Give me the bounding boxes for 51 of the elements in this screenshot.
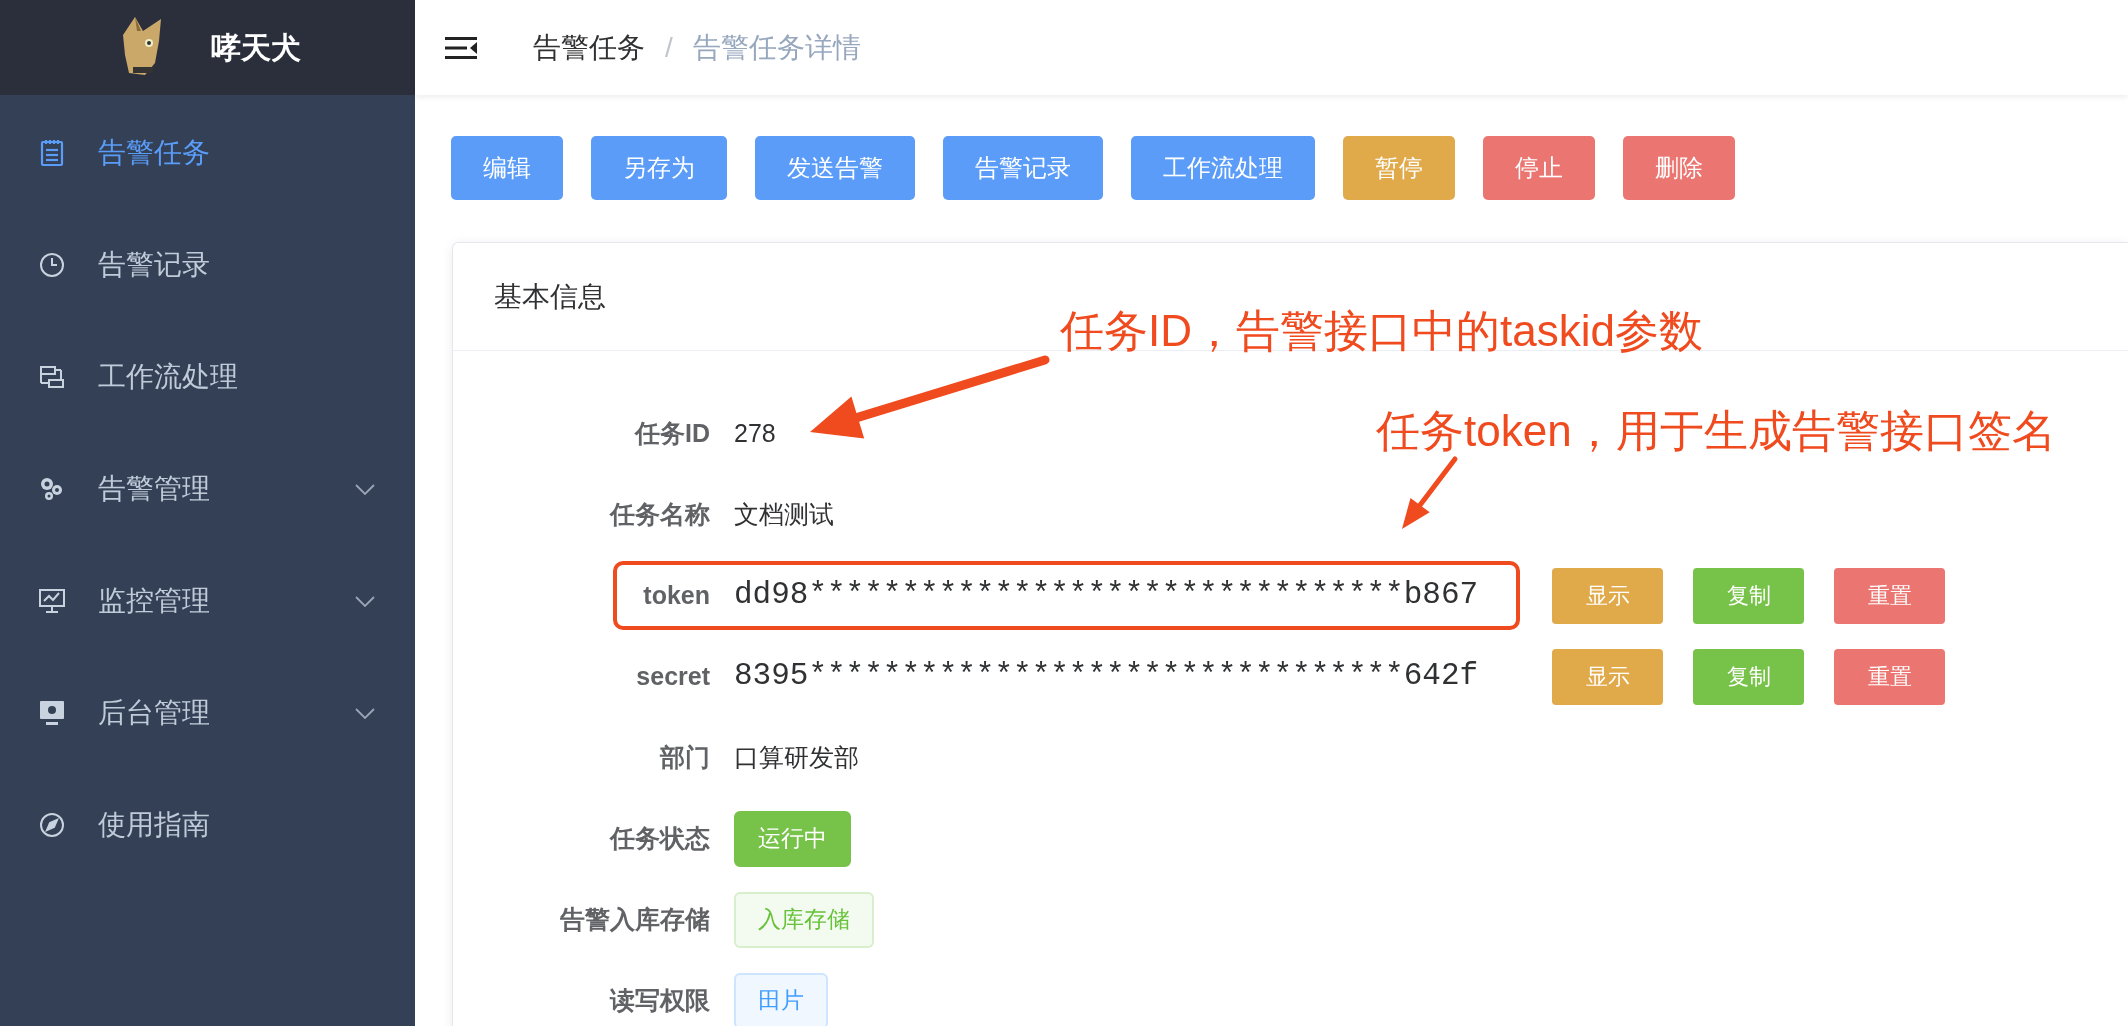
card-title: 基本信息 (494, 279, 606, 314)
gears-icon (39, 476, 65, 502)
field-label: 任务名称 (608, 498, 710, 530)
sidebar-item[interactable]: 告警记录 (0, 209, 415, 321)
action-button[interactable]: 删除 (1623, 136, 1735, 200)
flow-icon (39, 364, 65, 390)
status-tag: 运行中 (734, 810, 851, 867)
field-value: 口算研发部 (734, 741, 859, 773)
compass-icon (39, 812, 65, 838)
action-button[interactable]: 停止 (1483, 136, 1595, 200)
field-label: 任务状态 (608, 822, 710, 854)
action-button[interactable]: 发送告警 (755, 136, 915, 200)
field-label: 任务ID (633, 417, 710, 449)
document-icon (40, 139, 64, 167)
field-value: 8395********************************642f (734, 657, 1480, 696)
clock-icon (39, 252, 65, 278)
field-button[interactable]: 复制 (1693, 567, 1804, 624)
sidebar-item[interactable]: 监控管理 (0, 545, 415, 657)
sidebar-item[interactable]: 告警任务 (0, 97, 415, 209)
action-button[interactable]: 暂停 (1343, 136, 1455, 200)
sidebar-item[interactable]: 后台管理 (0, 657, 415, 769)
field-button[interactable]: 重置 (1834, 567, 1945, 624)
action-button[interactable]: 编辑 (451, 136, 563, 200)
sidebar-item[interactable]: 工作流处理 (0, 321, 415, 433)
sidebar-item[interactable]: 告警管理 (0, 433, 415, 545)
field-label: 告警入库存储 (559, 903, 710, 935)
action-button[interactable]: 工作流处理 (1131, 136, 1315, 200)
monitor-gear-icon (38, 700, 66, 726)
field-label: token (642, 579, 710, 611)
field-value: 文档测试 (734, 498, 834, 530)
status-tag: 田片 (734, 972, 828, 1026)
field-button[interactable]: 复制 (1693, 648, 1804, 705)
sidebar-item[interactable]: 使用指南 (0, 769, 415, 881)
action-button[interactable]: 告警记录 (943, 136, 1103, 200)
field-button[interactable]: 重置 (1834, 648, 1945, 705)
field-value: dd98********************************b867 (734, 576, 1480, 615)
breadcrumb-separator: / (665, 30, 673, 65)
field-button[interactable]: 显示 (1552, 567, 1663, 624)
breadcrumb-link[interactable]: 告警任务 (533, 26, 645, 69)
status-tag: 入库存储 (734, 891, 874, 948)
field-label: 部门 (659, 741, 710, 773)
field-value: 278 (734, 417, 776, 449)
menu-toggle-icon[interactable] (445, 35, 477, 60)
action-button[interactable]: 另存为 (591, 136, 727, 200)
monitor-chart-icon (38, 588, 66, 614)
app-name: 哮天犬 (210, 30, 301, 66)
annotation-text: 任务ID，告警接口中的taskid参数 (1060, 305, 1703, 357)
field-label: secret (635, 660, 710, 692)
field-button[interactable]: 显示 (1552, 648, 1663, 705)
annotation-text: 任务token，用于生成告警接口签名 (1376, 405, 2056, 457)
field-label: 读写权限 (608, 984, 710, 1016)
